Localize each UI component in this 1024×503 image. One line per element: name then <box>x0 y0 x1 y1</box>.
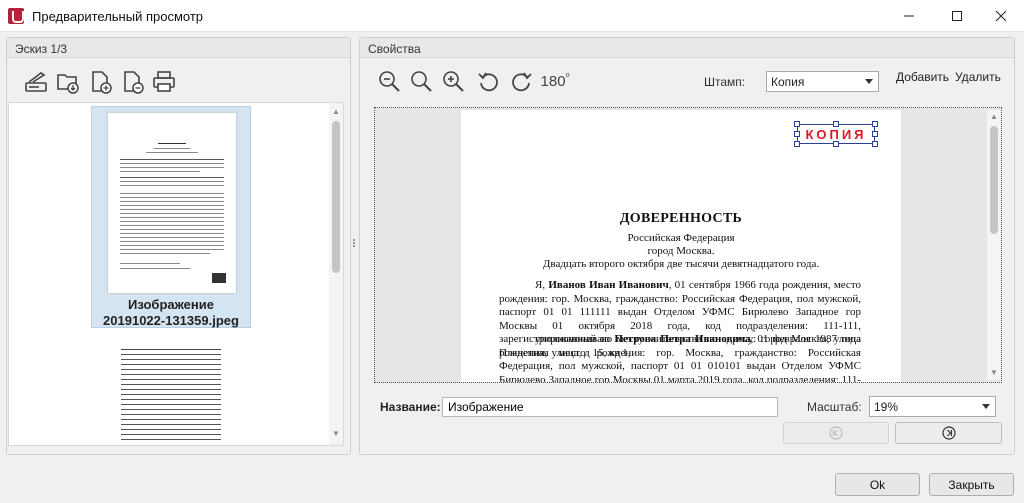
properties-header: Свойства <box>360 38 1014 58</box>
previous-icon <box>829 426 843 440</box>
close-button[interactable] <box>978 0 1024 32</box>
thumbnail-caption-file: 20191022-131359.jpeg <box>103 313 239 328</box>
resize-handle[interactable] <box>794 141 800 147</box>
folder-download-icon[interactable] <box>53 67 83 97</box>
document-preview[interactable]: КОПИЯ ДОВЕРЕННОСТЬ Российская Федерация … <box>374 107 1002 383</box>
stamp-select-value: Копия <box>771 75 805 89</box>
add-stamp-button[interactable]: Добавить <box>896 70 949 84</box>
minimize-button[interactable] <box>886 0 932 32</box>
document-page: КОПИЯ ДОВЕРЕННОСТЬ Российская Федерация … <box>461 110 901 383</box>
printer-icon[interactable] <box>149 67 179 97</box>
ok-button[interactable]: Ok <box>835 473 920 496</box>
stamp-select[interactable]: Копия <box>766 71 879 92</box>
thumbnail-item[interactable] <box>107 345 235 445</box>
panel-splitter[interactable] <box>352 238 356 250</box>
chevron-down-icon <box>982 404 990 409</box>
next-page-button[interactable] <box>895 422 1002 444</box>
resize-handle[interactable] <box>833 141 839 147</box>
title-bar: Предварительный просмотр <box>0 0 1024 32</box>
close-dialog-button[interactable]: Закрыть <box>929 473 1014 496</box>
rotate-180-icon[interactable]: 180 o <box>538 66 572 96</box>
rotate-left-icon[interactable] <box>474 66 504 96</box>
thumbnails-list[interactable]: Изображение 20191022-131359.jpeg ▲ ▼ <box>8 102 344 446</box>
thumbnail-page-image <box>108 113 236 293</box>
window-title: Предварительный просмотр <box>32 9 204 24</box>
scale-select-value: 19% <box>874 400 899 414</box>
app-icon <box>8 8 24 24</box>
name-label: Название: <box>380 400 441 414</box>
resize-handle[interactable] <box>872 121 878 127</box>
stamp-label: Штамп: <box>704 75 746 89</box>
scale-select[interactable]: 19% <box>869 396 996 417</box>
zoom-in-icon[interactable] <box>438 66 468 96</box>
document-line: Двадцать второго октября две тысячи девя… <box>542 258 820 270</box>
previous-page-button[interactable] <box>783 422 889 444</box>
thumbnails-header: Эскиз 1/3 <box>7 38 350 58</box>
preview-scrollbar[interactable]: ▲ ▼ <box>987 110 1001 380</box>
remove-file-icon[interactable] <box>117 67 147 97</box>
next-icon <box>941 426 956 440</box>
document-title: ДОВЕРЕННОСТЬ <box>619 211 743 226</box>
zoom-fit-icon[interactable] <box>374 66 404 96</box>
close-icon <box>995 10 1007 22</box>
document-paragraph: уполномочиваю Петрова Петра Ивановича, 0… <box>499 333 861 383</box>
resize-handle[interactable] <box>872 131 878 137</box>
thumbnails-scrollbar[interactable]: ▲ ▼ <box>329 103 343 445</box>
zoom-out-icon[interactable] <box>406 66 436 96</box>
thumbnail-caption-name: Изображение <box>128 297 214 312</box>
stamp-text: КОПИЯ <box>805 127 867 142</box>
rotate-right-icon[interactable] <box>506 66 536 96</box>
rotate-180-label: 180 <box>540 72 566 90</box>
document-line: город Москва. <box>647 245 715 257</box>
chevron-down-icon <box>865 79 873 84</box>
document-line: Российская Федерация <box>627 232 735 244</box>
resize-handle[interactable] <box>794 121 800 127</box>
name-input[interactable] <box>442 397 778 417</box>
resize-handle[interactable] <box>833 121 839 127</box>
scale-label: Масштаб: <box>807 400 862 414</box>
scanner-icon[interactable] <box>21 67 51 97</box>
maximize-icon <box>952 11 962 21</box>
delete-stamp-button[interactable]: Удалить <box>955 70 1001 84</box>
stamp-box[interactable]: КОПИЯ <box>794 121 878 147</box>
thumbnail-item-selected[interactable]: Изображение 20191022-131359.jpeg <box>91 106 251 328</box>
resize-handle[interactable] <box>794 131 800 137</box>
minimize-icon <box>904 15 914 17</box>
resize-handle[interactable] <box>872 141 878 147</box>
add-file-icon[interactable] <box>85 67 115 97</box>
maximize-button[interactable] <box>934 0 980 32</box>
